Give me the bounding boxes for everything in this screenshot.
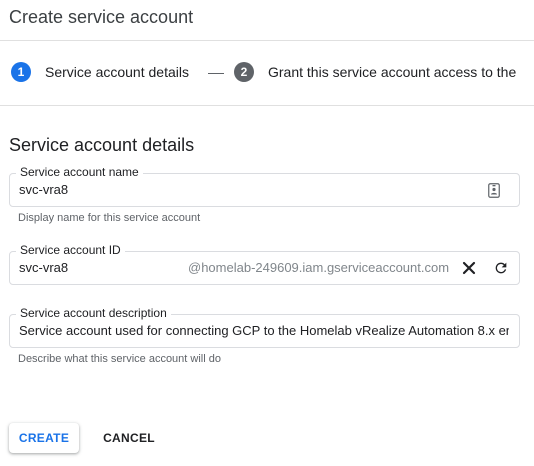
service-account-name-hint: Display name for this service account	[18, 212, 201, 224]
page-title: Create service account	[9, 7, 194, 27]
cancel-button[interactable]: CANCEL	[96, 423, 162, 453]
section-title: Service account details	[9, 135, 195, 155]
service-account-name-label: Service account name	[16, 165, 143, 179]
service-account-id-domain-suffix: @homelab-249609.iam.gserviceaccount.com	[188, 260, 450, 275]
create-button[interactable]: CREATE	[9, 423, 79, 453]
refresh-icon[interactable]	[491, 258, 511, 278]
service-account-id-field[interactable]: Service account ID svc-vra8 @homelab-249…	[9, 243, 520, 285]
service-account-id-label: Service account ID	[16, 243, 125, 257]
service-account-description-field[interactable]: Service account description Service acco…	[9, 306, 520, 348]
create-service-account-page: Create service account 1 Service account…	[0, 0, 534, 466]
step-1-number-icon: 1	[11, 62, 31, 82]
service-account-id-value[interactable]: svc-vra8	[19, 260, 68, 276]
step-connector	[208, 73, 224, 74]
service-account-description-value[interactable]: Service account used for connecting GCP …	[19, 323, 509, 339]
step-1-label: Service account details	[45, 64, 189, 80]
page-header: Create service account	[0, 0, 534, 41]
badge-icon	[484, 180, 504, 200]
service-account-description-label: Service account description	[16, 306, 171, 320]
service-account-description-hint: Describe what this service account will …	[18, 353, 221, 365]
stepper: 1 Service account details 2 Grant this s…	[0, 41, 534, 106]
service-account-name-value[interactable]: svc-vra8	[19, 182, 68, 198]
step-2-number-icon: 2	[234, 62, 254, 82]
service-account-name-field[interactable]: Service account name svc-vra8	[9, 165, 520, 207]
close-icon[interactable]	[459, 258, 479, 278]
step-2-label: Grant this service account access to the	[268, 64, 517, 80]
